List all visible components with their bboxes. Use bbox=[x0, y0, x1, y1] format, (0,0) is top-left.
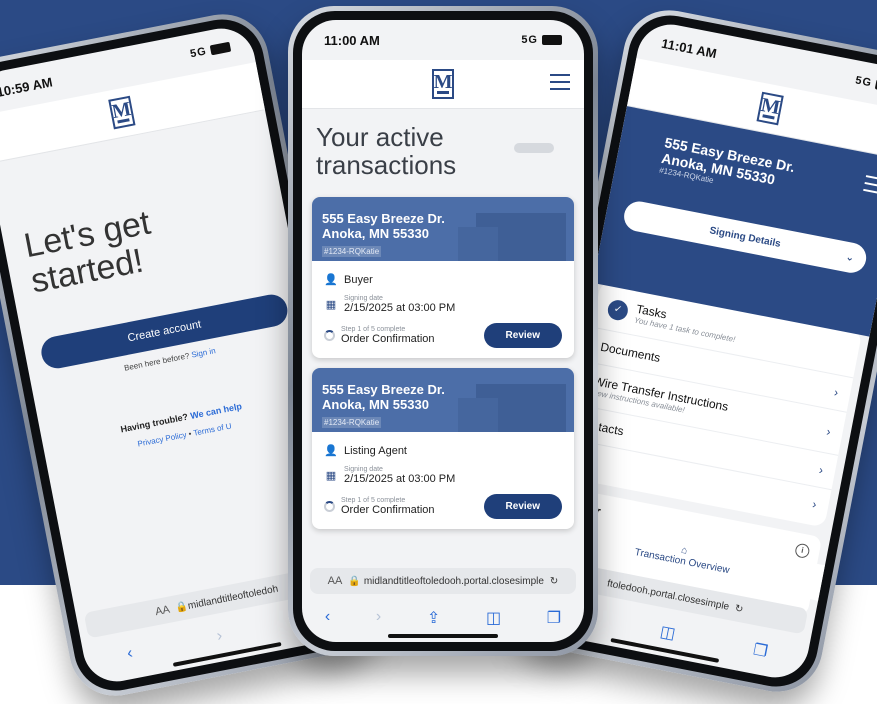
transaction-code: #1234-RQKatie bbox=[322, 246, 382, 257]
card-hero: 555 Easy Breeze Dr. Anoka, MN 55330 #123… bbox=[312, 197, 574, 261]
share-icon[interactable]: ⇪ bbox=[427, 608, 440, 628]
card-hero: 555 Easy Breeze Dr. Anoka, MN 55330 #123… bbox=[312, 368, 574, 432]
sign-in-link[interactable]: Sign in bbox=[191, 346, 217, 360]
battery-icon bbox=[209, 41, 232, 56]
help-link[interactable]: We can help bbox=[189, 401, 242, 421]
transaction-card[interactable]: 555 Easy Breeze Dr. Anoka, MN 55330 #123… bbox=[312, 368, 574, 529]
menu-icon[interactable] bbox=[862, 175, 877, 199]
url-text: midlandtitleoftoledooh.portal.closesimpl… bbox=[363, 575, 544, 587]
logo: M bbox=[756, 91, 784, 126]
menu-icon[interactable] bbox=[550, 74, 570, 95]
signal-indicator: 5G bbox=[521, 34, 538, 46]
back-icon[interactable]: ‹ bbox=[325, 608, 330, 628]
role-label: Listing Agent bbox=[344, 444, 407, 457]
text-size-button[interactable]: AA bbox=[328, 575, 343, 587]
status-label: Order Confirmation bbox=[341, 333, 435, 345]
battery-icon bbox=[542, 35, 562, 46]
chevron-right-icon: › bbox=[811, 497, 818, 512]
app-header: M bbox=[302, 60, 584, 109]
home-indicator bbox=[388, 634, 498, 638]
chevron-right-icon: › bbox=[832, 385, 840, 400]
text-size-button[interactable]: AA bbox=[154, 604, 171, 619]
forward-icon[interactable]: › bbox=[376, 608, 381, 628]
check-icon: ✓ bbox=[606, 297, 630, 322]
progress-icon bbox=[324, 501, 335, 512]
status-label: Order Confirmation bbox=[341, 504, 435, 516]
clock: 10:59 AM bbox=[0, 73, 54, 100]
url-text: midlandtitleoftoledoh bbox=[186, 583, 280, 612]
address-line2: Anoka, MN 55330 bbox=[322, 397, 429, 412]
status-bar: 11:00 AM 5G bbox=[302, 20, 584, 60]
signing-date: 2/15/2025 at 03:00 PM bbox=[344, 473, 456, 485]
privacy-link[interactable]: Privacy Policy bbox=[137, 430, 188, 448]
person-icon: 👤 bbox=[324, 445, 338, 457]
phone-center: 11:00 AM 5G M Your active transactions 5… bbox=[288, 6, 598, 656]
bookmarks-icon[interactable]: ◫ bbox=[658, 621, 677, 644]
address-line1: 555 Easy Breeze Dr. bbox=[322, 211, 445, 226]
chevron-right-icon: › bbox=[817, 462, 825, 478]
person-icon: 👤 bbox=[324, 274, 338, 286]
calendar-icon: ▦ bbox=[325, 299, 337, 311]
reload-icon[interactable]: ↻ bbox=[550, 576, 558, 587]
logo: M bbox=[432, 69, 454, 99]
address-line2: Anoka, MN 55330 bbox=[322, 226, 429, 241]
address-bar[interactable]: AA 🔒 midlandtitleoftoledooh.portal.close… bbox=[310, 568, 576, 594]
bookmarks-icon[interactable]: ◫ bbox=[486, 608, 501, 628]
forward-icon[interactable]: › bbox=[215, 627, 224, 648]
role-label: Buyer bbox=[344, 273, 373, 286]
signal-indicator: 5G bbox=[854, 74, 873, 90]
signing-details-button[interactable]: Signing Details ⌄ bbox=[621, 198, 869, 276]
reload-icon[interactable]: ↻ bbox=[734, 603, 744, 615]
chevron-right-icon: › bbox=[825, 423, 832, 439]
clock: 11:01 AM bbox=[660, 35, 719, 61]
clock: 11:00 AM bbox=[324, 32, 380, 48]
signing-date: 2/15/2025 at 03:00 PM bbox=[344, 302, 456, 314]
transaction-code: #1234-RQKatie bbox=[322, 417, 382, 428]
calendar-icon: ▦ bbox=[325, 470, 337, 482]
cloud-decoration bbox=[514, 143, 554, 153]
progress-icon bbox=[324, 330, 335, 341]
lock-icon: 🔒 bbox=[348, 575, 361, 587]
terms-link[interactable]: Terms of U bbox=[193, 421, 233, 437]
tabs-icon[interactable]: ❐ bbox=[547, 608, 561, 628]
review-button[interactable]: Review bbox=[483, 323, 562, 348]
transaction-card[interactable]: 555 Easy Breeze Dr. Anoka, MN 55330 #123… bbox=[312, 197, 574, 358]
address-line1: 555 Easy Breeze Dr. bbox=[322, 382, 445, 397]
chevron-down-icon: ⌄ bbox=[844, 251, 856, 264]
logo: M bbox=[108, 95, 136, 130]
tabs-icon[interactable]: ❐ bbox=[752, 639, 770, 661]
back-icon[interactable]: ‹ bbox=[126, 645, 135, 666]
signal-indicator: 5G bbox=[189, 45, 208, 61]
review-button[interactable]: Review bbox=[483, 494, 562, 519]
browser-toolbar: ‹ › ⇪ ◫ ❐ bbox=[302, 608, 584, 628]
